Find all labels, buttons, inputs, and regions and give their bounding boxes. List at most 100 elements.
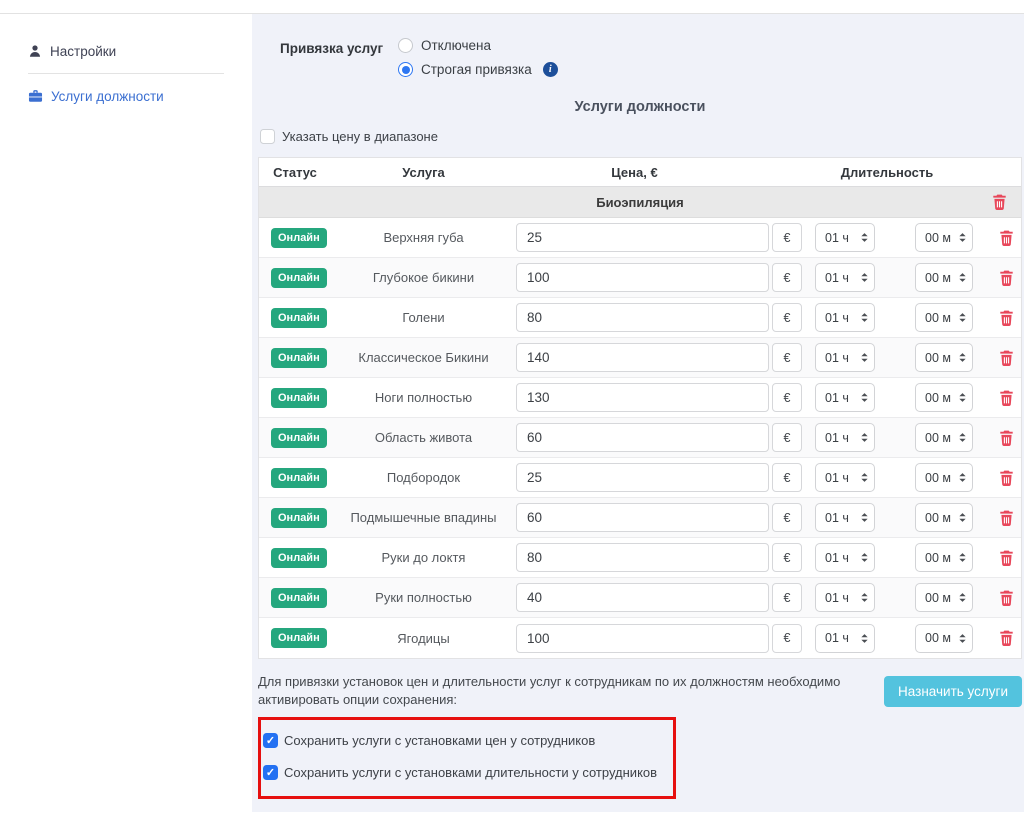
minutes-select[interactable]: 00 м [915, 303, 973, 332]
user-icon [28, 44, 42, 58]
minutes-select[interactable]: 00 м [915, 463, 973, 492]
header-price: Цена, € [516, 165, 753, 180]
status-badge[interactable]: Онлайн [271, 508, 327, 528]
status-badge[interactable]: Онлайн [271, 308, 327, 328]
stepper-arrows-icon [958, 633, 967, 644]
radio-disabled[interactable] [398, 38, 413, 53]
stepper-arrows-icon [958, 552, 967, 563]
minutes-select[interactable]: 00 м [915, 543, 973, 572]
group-title: Биоэпиляция [259, 195, 1021, 210]
hours-select[interactable]: 01 ч [815, 383, 875, 412]
stepper-arrows-icon [958, 312, 967, 323]
minutes-select[interactable]: 00 м [915, 383, 973, 412]
delete-service-button[interactable] [999, 390, 1014, 406]
footer: Для привязки установок цен и длительност… [258, 673, 1022, 799]
price-range-option[interactable]: Указать цену в диапазоне [260, 129, 1022, 144]
hours-select[interactable]: 01 ч [815, 303, 875, 332]
minutes-select[interactable]: 00 м [915, 503, 973, 532]
service-name: Ягодицы [331, 631, 516, 646]
stepper-arrows-icon [958, 352, 967, 363]
minutes-select[interactable]: 00 м [915, 583, 973, 612]
minutes-select[interactable]: 00 м [915, 624, 973, 653]
radio-strict[interactable] [398, 62, 413, 77]
binding-option-disabled[interactable]: Отключена [398, 38, 558, 53]
delete-group-button[interactable] [992, 194, 1007, 210]
table-header: Статус Услуга Цена, € Длительность [259, 158, 1021, 187]
price-input[interactable] [516, 303, 769, 332]
binding-option-strict[interactable]: Строгая привязка i [398, 62, 558, 77]
price-input[interactable] [516, 543, 769, 572]
price-input[interactable] [516, 343, 769, 372]
trash-icon [999, 270, 1014, 286]
save-duration-label: Сохранить услуги с установками длительно… [284, 765, 657, 780]
save-duration-option[interactable]: Сохранить услуги с установками длительно… [263, 765, 671, 780]
hours-select[interactable]: 01 ч [815, 583, 875, 612]
currency-suffix: € [772, 223, 802, 252]
info-icon[interactable]: i [543, 62, 558, 77]
delete-service-button[interactable] [999, 350, 1014, 366]
sidebar-divider [28, 73, 224, 74]
hours-select[interactable]: 01 ч [815, 263, 875, 292]
trash-icon [999, 550, 1014, 566]
delete-service-button[interactable] [999, 430, 1014, 446]
status-badge[interactable]: Онлайн [271, 468, 327, 488]
delete-service-button[interactable] [999, 310, 1014, 326]
hours-select[interactable]: 01 ч [815, 624, 875, 653]
hours-select[interactable]: 01 ч [815, 343, 875, 372]
delete-service-button[interactable] [999, 630, 1014, 646]
price-input[interactable] [516, 383, 769, 412]
service-row: Онлайн Руки полностью € 01 ч 00 м [259, 578, 1021, 618]
status-badge[interactable]: Онлайн [271, 348, 327, 368]
hours-select[interactable]: 01 ч [815, 503, 875, 532]
delete-service-button[interactable] [999, 470, 1014, 486]
currency-suffix: € [772, 624, 802, 653]
save-duration-checkbox[interactable] [263, 765, 278, 780]
delete-service-button[interactable] [999, 230, 1014, 246]
delete-service-button[interactable] [999, 510, 1014, 526]
hours-select[interactable]: 01 ч [815, 463, 875, 492]
sidebar-item-position-services[interactable]: Услуги должности [0, 85, 252, 107]
minutes-select[interactable]: 00 м [915, 263, 973, 292]
header-service: Услуга [331, 165, 516, 180]
price-input[interactable] [516, 463, 769, 492]
price-input[interactable] [516, 263, 769, 292]
service-binding-group: Привязка услуг Отключена Строгая привязк… [258, 38, 1022, 77]
hours-select[interactable]: 01 ч [815, 543, 875, 572]
sidebar: Настройки Услуги должности [0, 14, 252, 812]
save-prices-checkbox[interactable] [263, 733, 278, 748]
trash-icon [999, 430, 1014, 446]
price-input[interactable] [516, 503, 769, 532]
minutes-select[interactable]: 00 м [915, 223, 973, 252]
delete-service-button[interactable] [999, 270, 1014, 286]
assign-services-button[interactable]: Назначить услуги [884, 676, 1022, 707]
hours-select[interactable]: 01 ч [815, 223, 875, 252]
hours-select[interactable]: 01 ч [815, 423, 875, 452]
stepper-arrows-icon [958, 432, 967, 443]
delete-service-button[interactable] [999, 590, 1014, 606]
price-input[interactable] [516, 223, 769, 252]
service-name: Классическое Бикини [331, 350, 516, 365]
price-input[interactable] [516, 423, 769, 452]
trash-icon [992, 194, 1007, 210]
minutes-select[interactable]: 00 м [915, 343, 973, 372]
currency-suffix: € [772, 343, 802, 372]
minutes-select[interactable]: 00 м [915, 423, 973, 452]
price-range-checkbox[interactable] [260, 129, 275, 144]
status-badge[interactable]: Онлайн [271, 228, 327, 248]
status-badge[interactable]: Онлайн [271, 268, 327, 288]
save-prices-option[interactable]: Сохранить услуги с установками цен у сот… [263, 733, 671, 748]
status-badge[interactable]: Онлайн [271, 548, 327, 568]
stepper-arrows-icon [860, 472, 869, 483]
currency-suffix: € [772, 543, 802, 572]
delete-service-button[interactable] [999, 550, 1014, 566]
status-badge[interactable]: Онлайн [271, 588, 327, 608]
save-prices-label: Сохранить услуги с установками цен у сот… [284, 733, 595, 748]
sidebar-item-settings[interactable]: Настройки [0, 40, 252, 62]
status-badge[interactable]: Онлайн [271, 388, 327, 408]
status-badge[interactable]: Онлайн [271, 428, 327, 448]
price-input[interactable] [516, 624, 769, 653]
service-row: Онлайн Верхняя губа € 01 ч 00 м [259, 218, 1021, 258]
currency-suffix: € [772, 503, 802, 532]
price-input[interactable] [516, 583, 769, 612]
status-badge[interactable]: Онлайн [271, 628, 327, 648]
